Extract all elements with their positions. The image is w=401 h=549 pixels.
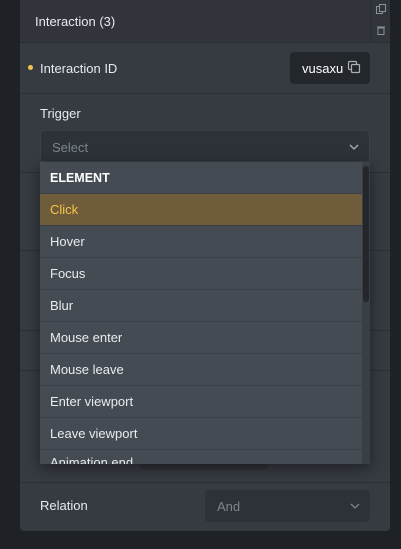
interaction-id-value: vusaxu: [302, 61, 344, 76]
option-mouse-enter[interactable]: Mouse enter: [40, 322, 362, 354]
dropdown-list: ELEMENT Click Hover Focus Blur Mouse ent…: [40, 162, 362, 464]
option-enter-viewport[interactable]: Enter viewport: [40, 386, 362, 418]
dropdown-scrollbar[interactable]: [362, 162, 370, 464]
option-blur[interactable]: Blur: [40, 290, 362, 322]
header-actions: [370, 0, 390, 43]
relation-select[interactable]: And: [205, 490, 370, 522]
interaction-id-chip[interactable]: vusaxu: [290, 52, 370, 84]
option-animation-end[interactable]: Animation end: [40, 450, 362, 464]
option-focus[interactable]: Focus: [40, 258, 362, 290]
interaction-id-label: Interaction ID: [40, 61, 118, 76]
trigger-dropdown: ELEMENT Click Hover Focus Blur Mouse ent…: [40, 162, 370, 464]
chevron-up-icon: [349, 144, 359, 150]
panel-header: Interaction (3): [20, 0, 390, 43]
trigger-placeholder: Select: [52, 140, 89, 155]
relation-label: Relation: [40, 498, 88, 513]
option-hover[interactable]: Hover: [40, 226, 362, 258]
option-mouse-leave[interactable]: Mouse leave: [40, 354, 362, 386]
chevron-down-icon: [350, 503, 360, 509]
scrollbar-thumb[interactable]: [363, 166, 369, 302]
trash-icon[interactable]: [371, 23, 390, 42]
panel-title: Interaction (3): [35, 14, 116, 29]
relation-value: And: [217, 499, 241, 514]
dropdown-group-heading: ELEMENT: [40, 162, 362, 194]
copy-icon[interactable]: [347, 60, 361, 74]
divider: [20, 482, 390, 483]
option-leave-viewport[interactable]: Leave viewport: [40, 418, 362, 450]
trigger-label: Trigger: [40, 106, 81, 121]
changed-indicator-icon: [28, 65, 33, 70]
trigger-select[interactable]: Select: [40, 130, 370, 162]
duplicate-icon[interactable]: [371, 2, 390, 21]
option-click[interactable]: Click: [40, 194, 362, 226]
interaction-id-row: Interaction ID vusaxu: [20, 43, 390, 94]
